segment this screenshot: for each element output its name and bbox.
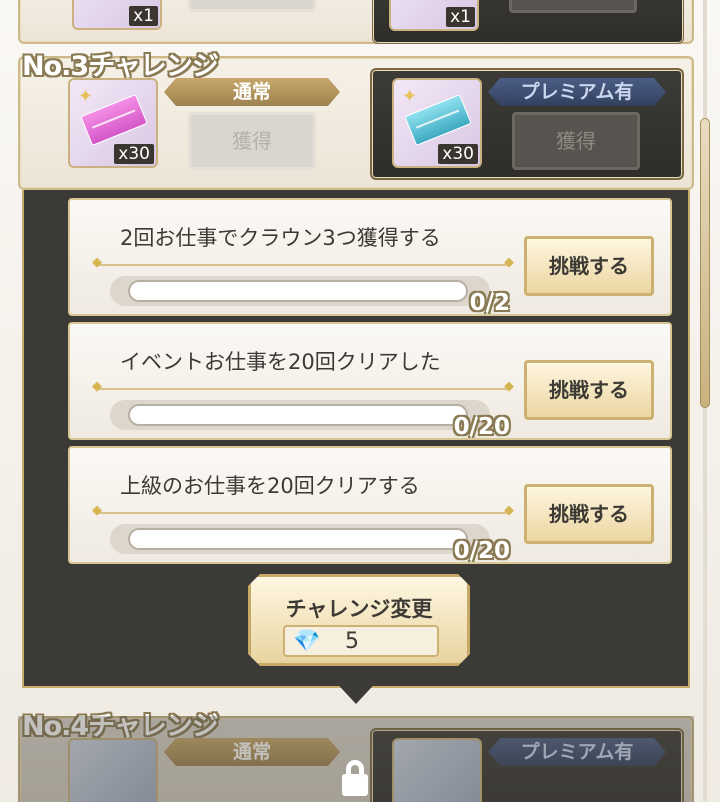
mission-count: 0/20 [453, 538, 510, 564]
divider [92, 503, 514, 518]
mission-count: 0/20 [453, 414, 510, 440]
sparkle-icon: ✦ [78, 86, 94, 107]
prev-normal-get-button[interactable] [188, 0, 316, 12]
challenge3-premium-qty: x30 [438, 144, 478, 164]
challenge-button[interactable]: 挑戦する [524, 360, 654, 420]
challenge3-normal-get-button[interactable]: 獲得 [188, 112, 316, 170]
mission-item: 上級のお仕事を20回クリアする 0/20 挑戦する [68, 446, 672, 564]
mission-text: 上級のお仕事を20回クリアする [120, 474, 420, 498]
sparkle-icon: ✦ [402, 86, 418, 107]
challenge-screen: x1 x1 No.3チャレンジ ✦ ✦ x30 通常 獲得 ✦ x30 プレミア… [0, 0, 720, 802]
challenge3-premium-reward[interactable]: ✦ x30 [392, 78, 482, 168]
prev-reward-normal: x1 [72, 0, 162, 30]
prev-challenge-card: x1 x1 [18, 0, 694, 44]
challenge-button[interactable]: 挑戦する [524, 236, 654, 296]
prev-premium-area: x1 [372, 0, 684, 44]
prev-reward-premium: x1 [389, 0, 479, 31]
progress-bar [128, 404, 468, 426]
mission-text: イベントお仕事を20回クリアした [120, 350, 441, 374]
change-challenge-label: チャレンジ変更 [285, 597, 433, 621]
mission-item: イベントお仕事を20回クリアした 0/20 挑戦する [68, 322, 672, 440]
mission-text: 2回お仕事でクラウン3つ獲得する [120, 226, 441, 250]
prev-normal-qty: x1 [129, 6, 158, 26]
mission-item: 2回お仕事でクラウン3つ獲得する 0/2 挑戦する [68, 198, 672, 316]
prev-premium-qty: x1 [446, 7, 475, 27]
challenge3-premium-get-button[interactable]: 獲得 [512, 112, 640, 170]
challenge3-normal-reward[interactable]: ✦ ✦ x30 [68, 78, 158, 168]
panel-notch [330, 676, 382, 704]
change-challenge-button[interactable]: チャレンジ変更 💎 5 [248, 574, 470, 666]
lock-icon [338, 760, 372, 796]
divider [92, 379, 514, 394]
progress-bar [128, 280, 468, 302]
challenge3-premium-tag: プレミアム有 [488, 78, 666, 106]
mission-count: 0/2 [469, 290, 510, 316]
challenge-button[interactable]: 挑戦する [524, 484, 654, 544]
scrollbar-thumb[interactable] [700, 118, 710, 408]
prev-premium-get-button[interactable] [509, 0, 637, 13]
divider [92, 255, 514, 270]
diamond-icon: 💎 [293, 629, 321, 654]
cost-value: 5 [345, 629, 359, 654]
challenge3-normal-qty: x30 [114, 144, 154, 164]
challenge3-normal-tag: 通常 [164, 78, 340, 106]
cost-display: 💎 5 [283, 625, 439, 657]
progress-bar [128, 528, 468, 550]
